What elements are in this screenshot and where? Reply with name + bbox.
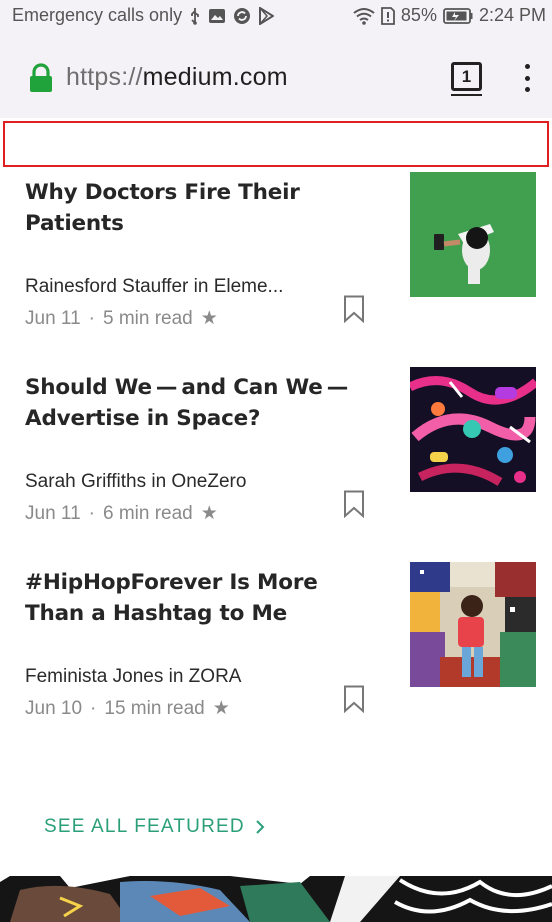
image-icon [208,8,226,24]
article-title[interactable]: Should We — and Can We — Advertise in Sp… [25,372,377,434]
sim-alert-icon [381,6,395,25]
article-date: Jun 11 [25,503,81,524]
star-icon: ★ [200,503,218,524]
wifi-icon [353,7,375,25]
article-read-time: 15 min read [104,698,205,719]
chevron-right-icon [256,820,265,834]
article-thumbnail[interactable] [410,172,536,297]
usb-icon [189,7,201,25]
article-card[interactable]: Why Doctors Fire Their Patients Rainesfo… [0,172,552,362]
overflow-menu-icon[interactable] [520,64,534,92]
highlight-box [3,121,549,167]
bookmark-icon[interactable] [343,490,365,518]
tab-switcher-underline [451,94,482,96]
article-author[interactable]: Feminista Jones in ZORA [25,666,241,688]
browser-toolbar: https://medium.com 1 [0,34,552,118]
article-title[interactable]: #HipHopForever Is More Than a Hashtag to… [25,567,377,629]
url-scheme: https:// [66,63,143,91]
article-date: Jun 11 [25,308,81,329]
sync-icon [233,7,251,25]
see-all-label: SEE ALL FEATURED [44,816,245,837]
url-field[interactable]: https://medium.com [66,63,288,92]
article-author[interactable]: Sarah Griffiths in OneZero [25,471,246,493]
see-all-featured-link[interactable]: SEE ALL FEATURED [44,816,265,838]
play-store-icon [258,6,275,25]
battery-percent: 85% [400,5,437,25]
tab-switcher-button[interactable]: 1 [451,62,482,91]
article-meta: Jun 11 · 6 min read ★ [25,503,218,524]
star-icon: ★ [200,308,218,329]
next-section-image[interactable] [0,876,552,922]
clock: 2:24 PM [478,5,546,25]
article-title[interactable]: Why Doctors Fire Their Patients [25,177,377,239]
article-read-time: 6 min read [102,503,193,524]
article-card[interactable]: #HipHopForever Is More Than a Hashtag to… [0,562,552,752]
bookmark-icon[interactable] [343,685,365,713]
article-author[interactable]: Rainesford Stauffer in Eleme... [25,276,283,298]
lock-icon[interactable] [28,63,54,98]
article-date: Jun 10 [25,698,83,719]
url-host: medium.com [142,63,288,91]
article-meta: Jun 11 · 5 min read ★ [25,308,218,329]
article-thumbnail[interactable] [410,562,536,687]
status-bar: Emergency calls only 85% 2:24 PM [0,0,552,34]
article-card[interactable]: Should We — and Can We — Advertise in Sp… [0,367,552,557]
article-read-time: 5 min read [102,308,193,329]
carrier-text: Emergency calls only [12,5,183,25]
bookmark-icon[interactable] [343,295,365,323]
article-meta: Jun 10 · 15 min read ★ [25,698,230,719]
star-icon: ★ [212,698,230,719]
article-thumbnail[interactable] [410,367,536,492]
battery-icon [443,7,473,24]
